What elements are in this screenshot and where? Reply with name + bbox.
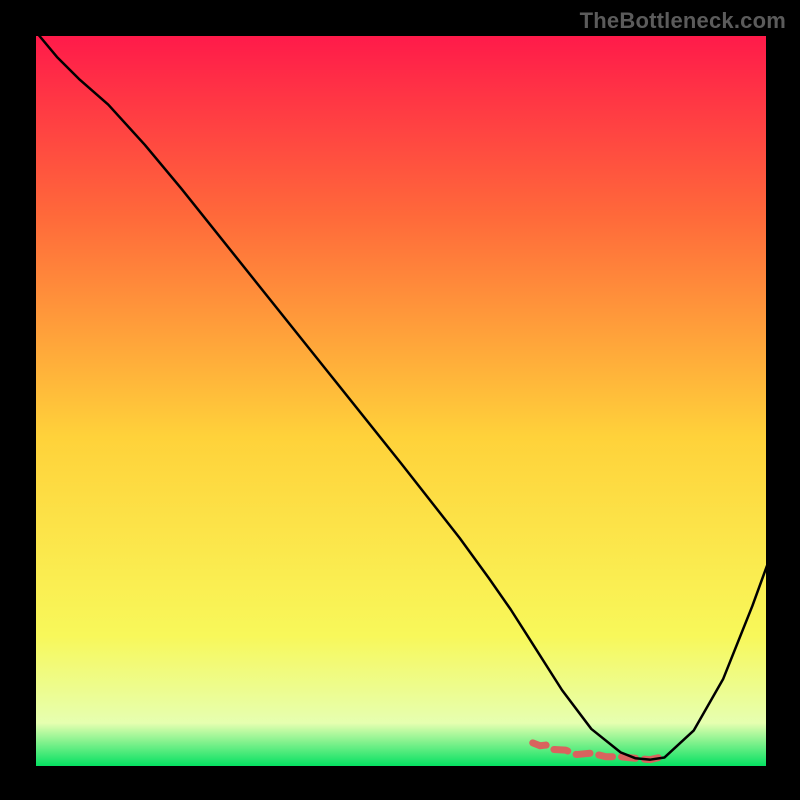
watermark-label: TheBottleneck.com (580, 8, 786, 34)
bottleneck-chart (0, 0, 800, 800)
chart-container: TheBottleneck.com (0, 0, 800, 800)
